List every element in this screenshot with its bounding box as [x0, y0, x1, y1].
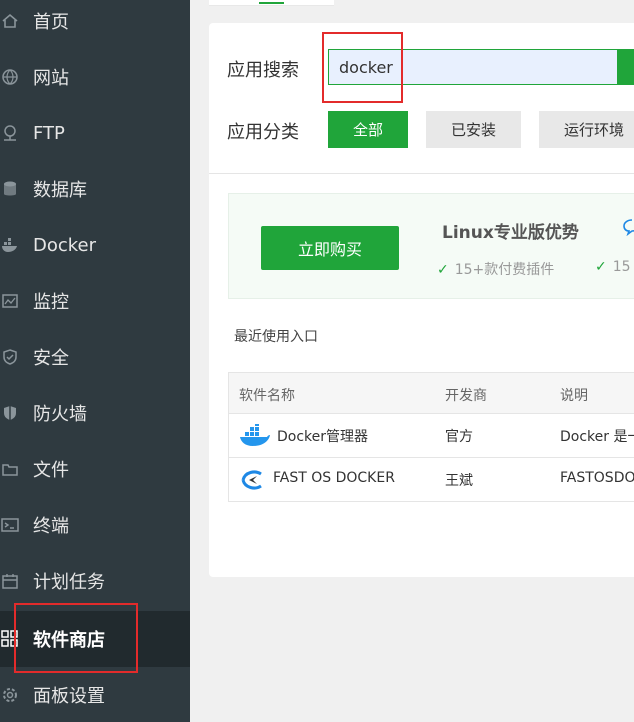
app-developer: 官方 — [445, 429, 473, 445]
globe-icon — [0, 67, 20, 87]
sidebar-item-label: 数据库 — [33, 180, 87, 201]
promo-title: Linux专业版优势 — [442, 223, 579, 243]
sidebar-item-terminal[interactable]: 终端 — [0, 497, 190, 553]
app-description: FASTOSDO — [560, 470, 634, 486]
divider — [209, 173, 634, 174]
category-installed-button[interactable]: 已安装 — [426, 111, 521, 148]
sidebar-item-website[interactable]: 网站 — [0, 49, 190, 105]
sidebar-item-label: Docker — [33, 234, 97, 256]
search-label: 应用搜索 — [227, 60, 299, 81]
sidebar-item-label: 网站 — [33, 68, 69, 89]
active-tab-indicator — [259, 2, 284, 4]
sidebar-item-home[interactable]: 首页 — [0, 0, 190, 49]
table-row[interactable]: FAST OS DOCKER 王斌 FASTOSDO — [228, 458, 634, 502]
promo-feature: ✓ 15 — [595, 259, 631, 275]
pro-promo-banner: 立即购买 Linux专业版优势 ✓ 15+款付费插件 ✓ 15 — [228, 193, 634, 299]
sidebar-item-label: 防火墙 — [33, 404, 87, 425]
chat-icon[interactable] — [623, 218, 634, 237]
gear-icon — [0, 685, 20, 705]
category-all-button[interactable]: 全部 — [328, 111, 408, 148]
table-row[interactable]: Docker管理器 官方 Docker 是一 — [228, 414, 634, 458]
column-header: 软件名称 — [239, 388, 295, 404]
sidebar-item-label: 面板设置 — [33, 686, 105, 707]
folder-icon — [0, 459, 20, 479]
docker-icon — [0, 235, 20, 255]
sidebar-item-label: FTP — [33, 122, 65, 144]
app-name[interactable]: FAST OS DOCKER — [273, 470, 395, 486]
recent-entries-label: 最近使用入口 — [234, 329, 318, 345]
check-icon: ✓ — [437, 262, 449, 278]
sidebar-item-docker[interactable]: Docker — [0, 217, 190, 273]
sidebar-item-security[interactable]: 安全 — [0, 329, 190, 385]
docker-whale-icon — [239, 422, 271, 448]
sidebar-item-label: 终端 — [33, 516, 69, 537]
home-icon — [0, 11, 20, 31]
sidebar-item-label: 监控 — [33, 292, 69, 313]
sidebar-item-label: 安全 — [33, 348, 69, 369]
sidebar-item-files[interactable]: 文件 — [0, 441, 190, 497]
highlight-box — [322, 32, 403, 103]
sidebar-item-label: 文件 — [33, 460, 69, 481]
app-description: Docker 是一 — [560, 429, 634, 445]
search-button[interactable] — [617, 49, 634, 85]
category-label: 应用分类 — [227, 122, 299, 143]
sidebar-item-database[interactable]: 数据库 — [0, 161, 190, 217]
sidebar-item-settings[interactable]: 面板设置 — [0, 667, 190, 722]
terminal-icon — [0, 515, 20, 535]
calendar-icon — [0, 571, 20, 591]
top-tab-strip — [209, 0, 334, 6]
sidebar-item-label: 首页 — [33, 12, 69, 33]
app-store-panel: 应用搜索 应用分类 全部 已安装 运行环境 立即购买 Linux专业版优势 ✓1… — [209, 23, 634, 577]
monitor-icon — [0, 291, 20, 311]
buy-now-button[interactable]: 立即购买 — [261, 226, 399, 270]
column-header: 开发商 — [445, 388, 487, 404]
fastos-logo-icon — [239, 468, 271, 492]
category-runtime-button[interactable]: 运行环境 — [539, 111, 634, 148]
sidebar-item-cron[interactable]: 计划任务 — [0, 553, 190, 609]
column-header: 说明 — [560, 388, 588, 404]
shield-icon — [0, 347, 20, 367]
app-developer: 王斌 — [445, 473, 473, 489]
database-icon — [0, 179, 20, 199]
check-icon: ✓ — [595, 259, 607, 275]
sidebar-item-monitor[interactable]: 监控 — [0, 273, 190, 329]
highlight-box — [14, 603, 138, 673]
firewall-icon — [0, 403, 20, 423]
sidebar-item-ftp[interactable]: FTP — [0, 105, 190, 161]
table-header: 软件名称 开发商 说明 — [228, 372, 634, 414]
promo-feature: ✓ 15+款付费插件 — [437, 262, 555, 278]
sidebar-item-label: 计划任务 — [33, 572, 105, 593]
app-name[interactable]: Docker管理器 — [277, 426, 368, 446]
ftp-icon — [0, 123, 20, 143]
sidebar-item-firewall[interactable]: 防火墙 — [0, 385, 190, 441]
